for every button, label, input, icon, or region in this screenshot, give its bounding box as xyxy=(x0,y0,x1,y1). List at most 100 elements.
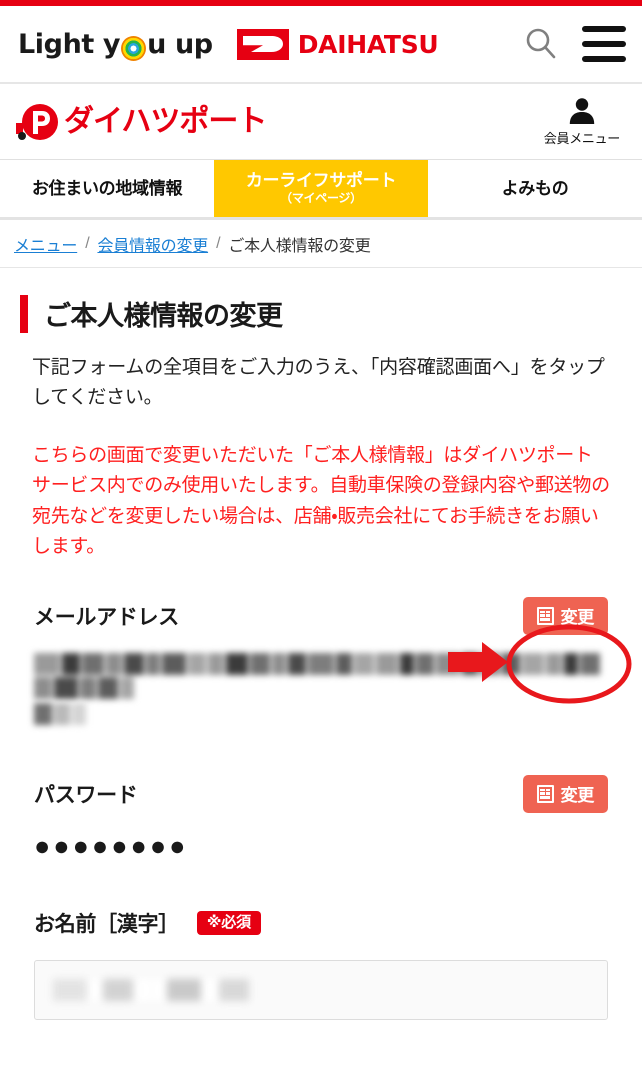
masked-block xyxy=(400,652,414,675)
masked-block xyxy=(208,652,224,675)
doc-ico-cell xyxy=(540,788,545,792)
email-value-masked-line2 xyxy=(34,702,608,725)
tagline-text-after: u up xyxy=(147,28,213,60)
masked-block xyxy=(89,978,101,1001)
masked-block xyxy=(34,676,52,699)
global-header: Light y u up DAIHATSU xyxy=(0,6,642,84)
page-notice-text: こちらの画面で変更いただいた「ご本人様情報」はダイハツポートサービス内でのみ使用… xyxy=(32,445,610,558)
form-document-icon xyxy=(536,784,554,803)
masked-block xyxy=(376,652,398,675)
burger-line xyxy=(582,41,626,47)
masked-block xyxy=(34,702,52,725)
hamburger-menu-icon[interactable] xyxy=(582,26,626,62)
masked-block xyxy=(146,652,160,675)
search-icon[interactable] xyxy=(522,25,560,63)
light-you-up-tagline: Light y u up xyxy=(18,28,213,61)
page-title-text: ご本人様情報の変更 xyxy=(44,301,283,331)
masked-block xyxy=(219,978,249,1001)
masked-block xyxy=(62,652,80,675)
breadcrumb-item-member-info[interactable]: 会員情報の変更 xyxy=(97,232,208,256)
masked-block xyxy=(288,652,306,675)
masked-block xyxy=(120,676,134,699)
masked-block xyxy=(462,652,478,675)
masked-block xyxy=(82,652,104,675)
tagline-text-before: Light y xyxy=(18,28,121,60)
daihatsu-logo-icon xyxy=(236,28,289,60)
email-change-button[interactable]: 変更 xyxy=(522,596,608,635)
doc-ico-cell xyxy=(545,610,551,614)
field-password: パスワード 変更 ●●●●●●●● xyxy=(20,771,622,860)
masked-block xyxy=(72,702,86,725)
masked-block xyxy=(135,978,151,1001)
field-email: メールアドレス 変更 xyxy=(20,593,622,725)
masked-block xyxy=(162,652,186,675)
tab-carlife-support[interactable]: カーライフサポート （マイページ） xyxy=(214,160,428,217)
doc-ico-cell xyxy=(545,788,551,792)
portal-header: ダイハツポート 会員メニュー xyxy=(0,84,642,160)
tab-local-area-info[interactable]: お住まいの地域情報 xyxy=(0,160,214,217)
breadcrumb-item-menu[interactable]: メニュー xyxy=(14,232,77,256)
masked-block xyxy=(53,978,87,1001)
password-change-label: 変更 xyxy=(560,786,595,806)
password-change-button[interactable]: 変更 xyxy=(522,774,608,813)
masked-block xyxy=(354,652,374,675)
password-value-dots: ●●●●●●●● xyxy=(34,830,189,861)
daihatsu-logo[interactable]: DAIHATSU xyxy=(236,28,439,60)
doc-ico-cell xyxy=(545,614,551,617)
masked-block xyxy=(34,652,60,675)
masked-block xyxy=(80,676,96,699)
field-password-header: パスワード 変更 xyxy=(34,771,608,817)
masked-block xyxy=(226,652,248,675)
page-title: ご本人様情報の変更 xyxy=(20,294,622,333)
breadcrumb-separator: / xyxy=(85,234,90,252)
page-lead-text: 下記フォームの全項目をご入力のうえ、「内容確認画面へ」をタップしてください。 xyxy=(32,357,605,409)
header-icon-group xyxy=(522,25,626,63)
field-name-kanji: お名前［漢字］ ※必須 xyxy=(20,900,622,1020)
masked-block xyxy=(580,652,600,675)
doc-ico-cell xyxy=(540,795,551,799)
masked-block xyxy=(522,652,544,675)
tab-yomimono[interactable]: よみもの xyxy=(428,160,642,217)
breadcrumb: メニュー / 会員情報の変更 / ご本人様情報の変更 xyxy=(0,220,642,268)
masked-block xyxy=(250,652,270,675)
masked-block xyxy=(124,652,144,675)
name-kanji-value-masked xyxy=(53,978,249,1001)
field-email-header: メールアドレス 変更 xyxy=(34,593,608,639)
field-name-kanji-label: お名前［漢字］ xyxy=(34,912,179,936)
required-badge: ※必須 xyxy=(196,910,261,935)
masked-block xyxy=(188,652,206,675)
masked-block xyxy=(98,676,118,699)
breadcrumb-separator: / xyxy=(216,234,221,252)
member-menu-button[interactable]: 会員メニュー xyxy=(544,96,628,147)
masked-block xyxy=(167,978,201,1001)
doc-ico-cell xyxy=(540,610,545,614)
doc-ico-cell xyxy=(540,617,551,621)
page-root: Light y u up DAIHATSU ダイハツポート 会員メニュー お住ま… xyxy=(0,0,642,1080)
tab-sublabel: （マイページ） xyxy=(280,190,362,205)
form-document-icon xyxy=(536,606,554,625)
daihatsu-wordmark: DAIHATSU xyxy=(297,29,439,59)
daihatsu-port-logo[interactable]: ダイハツポート xyxy=(14,101,267,143)
masked-block xyxy=(502,652,520,675)
email-change-label: 変更 xyxy=(560,608,595,628)
breadcrumb-item-current: ご本人様情報の変更 xyxy=(228,237,371,255)
field-name-kanji-header: お名前［漢字］ ※必須 xyxy=(34,900,608,946)
name-kanji-input[interactable] xyxy=(34,959,608,1020)
masked-block xyxy=(272,652,286,675)
daihatsu-port-wordmark: ダイハツポート xyxy=(64,103,267,139)
masked-block xyxy=(416,652,434,675)
email-value-masked xyxy=(34,652,608,699)
daihatsu-port-truck-icon xyxy=(14,101,62,143)
primary-tab-bar: お住まいの地域情報 カーライフサポート （マイページ） よみもの xyxy=(0,160,642,220)
title-accent-bar xyxy=(20,294,28,333)
masked-block xyxy=(203,978,217,1001)
tab-label: カーライフサポート xyxy=(245,171,397,191)
member-menu-label: 会員メニュー xyxy=(543,131,621,146)
masked-block xyxy=(546,652,562,675)
rainbow-circle-icon xyxy=(121,35,147,61)
masked-block xyxy=(153,978,165,1001)
masked-block xyxy=(54,676,78,699)
main-content: ご本人様情報の変更 下記フォームの全項目をご入力のうえ、「内容確認画面へ」をタッ… xyxy=(0,294,642,1020)
field-password-label: パスワード xyxy=(34,783,138,807)
masked-block xyxy=(480,652,500,675)
